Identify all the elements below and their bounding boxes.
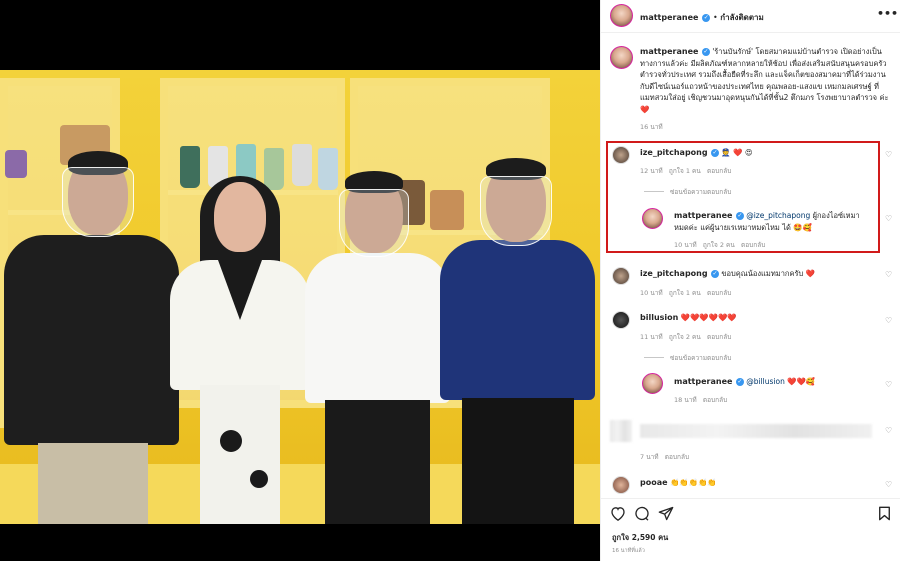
comment-3-meta: 11 นาที ถูกใจ 2 คน ตอบกลับ: [640, 332, 731, 342]
header-divider: [600, 32, 900, 33]
reply-button[interactable]: ตอบกลับ: [703, 396, 727, 404]
reply-avatar[interactable]: [642, 373, 663, 394]
reply-time: 10 นาที: [674, 241, 697, 249]
comment-icon[interactable]: [634, 506, 650, 525]
comment-username[interactable]: billusion: [640, 313, 678, 322]
author-avatar[interactable]: [610, 4, 633, 27]
commenter-avatar[interactable]: [612, 311, 630, 329]
reply-2: mattperanee ✓ @billusion ❤️❤️🥰: [674, 376, 815, 388]
blurred-comment: [640, 424, 872, 438]
person-center: [305, 171, 450, 524]
comment-2: ize_pitchapong ✓ ขอบคุณน้องแมทมากครับ ❤️: [640, 268, 815, 280]
comment-1-meta: 12 นาที ถูกใจ 1 คน ตอบกลับ: [640, 166, 731, 176]
post-photo[interactable]: [0, 0, 600, 561]
likes-count[interactable]: ถูกใจ 2,590 คน: [612, 532, 668, 544]
caption-avatar[interactable]: [610, 46, 633, 69]
photo-scene: [0, 70, 600, 524]
follow-status[interactable]: กำลังติดตาม: [720, 13, 764, 22]
reply-avatar[interactable]: [642, 208, 663, 229]
bookmark-icon[interactable]: [878, 506, 891, 525]
verified-badge-icon: ✓: [701, 48, 710, 56]
comment-text: ขอบคุณน้องแมทมากครับ ❤️: [721, 269, 815, 278]
verified-badge-icon: ✓: [711, 270, 719, 278]
reply-mention[interactable]: @billusion: [746, 377, 785, 386]
like-comment-heart-icon[interactable]: ♡: [885, 150, 892, 159]
comment-text: 👮 ❤️ 😍: [721, 148, 753, 157]
heart-icon[interactable]: [610, 506, 626, 525]
comment-username[interactable]: pooae: [640, 478, 668, 487]
more-options-icon[interactable]: •••: [877, 7, 898, 20]
reply-button[interactable]: ตอบกลับ: [707, 333, 731, 341]
comment-1: ize_pitchapong ✓ 👮 ❤️ 😍: [640, 147, 753, 159]
hide-replies-button[interactable]: ซ่อนข้อความตอบกลับ: [670, 187, 731, 197]
comment-time: 7 นาที: [640, 453, 659, 461]
comment-time: 10 นาที: [640, 289, 663, 297]
like-comment-heart-icon[interactable]: ♡: [885, 270, 892, 279]
person-left: [4, 151, 179, 524]
reply-username[interactable]: mattperanee: [674, 377, 732, 386]
comment-text: ❤️❤️❤️❤️❤️❤️: [680, 313, 737, 322]
verified-badge-icon: ✓: [711, 149, 719, 157]
comment-3: billusion ❤️❤️❤️❤️❤️❤️: [640, 312, 737, 324]
comment-5: pooae 👏👏👏👏👏: [640, 477, 717, 489]
reply-button[interactable]: ตอบกลับ: [707, 167, 731, 175]
reply-button[interactable]: ตอบกลับ: [665, 453, 689, 461]
reply-mention[interactable]: @ize_pitchapong: [746, 211, 810, 220]
author-username[interactable]: mattperanee ✓ • กำลังติดตาม: [640, 11, 764, 24]
reply-time: 18 นาที: [674, 396, 697, 404]
caption-emoji: ❤️: [640, 104, 650, 114]
author-name[interactable]: mattperanee: [640, 13, 698, 22]
comment-username[interactable]: ize_pitchapong: [640, 269, 708, 278]
reply-likes[interactable]: ถูกใจ 2 คน: [703, 241, 735, 249]
actions-divider: [600, 498, 900, 499]
caption-username[interactable]: mattperanee: [640, 47, 698, 56]
comment-text: 👏👏👏👏👏: [669, 478, 717, 487]
comment-likes[interactable]: ถูกใจ 1 คน: [669, 167, 701, 175]
hide-replies-button[interactable]: ซ่อนข้อความตอบกลับ: [670, 353, 731, 363]
verified-badge-icon: ✓: [735, 378, 744, 386]
comment-likes[interactable]: ถูกใจ 2 คน: [669, 333, 701, 341]
comment-time: 11 นาที: [640, 333, 663, 341]
verified-badge-icon: ✓: [702, 13, 711, 22]
reply-1-meta: 10 นาที ถูกใจ 2 คน ตอบกลับ: [674, 240, 765, 250]
caption-text: mattperanee ✓ 'ร้านบันรักษ์' โดยสมาคมแม่…: [640, 46, 890, 115]
like-comment-heart-icon[interactable]: ♡: [885, 316, 892, 325]
reply-button[interactable]: ตอบกลับ: [741, 241, 765, 249]
commenter-avatar[interactable]: [612, 146, 630, 164]
reply-line: [644, 357, 664, 358]
reply-2-meta: 18 นาที ตอบกลับ: [674, 395, 727, 405]
like-reply-heart-icon[interactable]: ♡: [885, 380, 892, 389]
comment-2-meta: 10 นาที ถูกใจ 1 คน ตอบกลับ: [640, 288, 731, 298]
commenter-avatar[interactable]: [612, 476, 630, 494]
like-comment-heart-icon[interactable]: ♡: [885, 426, 892, 435]
reply-username[interactable]: mattperanee: [674, 211, 732, 220]
like-reply-heart-icon[interactable]: ♡: [885, 214, 892, 223]
post-time-ago: 16 นาทีที่แล้ว: [612, 548, 645, 554]
person-woman: [170, 176, 310, 524]
like-comment-heart-icon[interactable]: ♡: [885, 480, 892, 489]
comment-likes[interactable]: ถูกใจ 1 คน: [669, 289, 701, 297]
caption-time: 16 นาที: [640, 123, 663, 131]
reply-button[interactable]: ตอบกลับ: [707, 289, 731, 297]
reply-text: ❤️❤️🥰: [787, 377, 816, 386]
person-right: [440, 158, 595, 524]
reply-1: mattperanee ✓ @ize_pitchapong ผู้กองไอซ์…: [674, 210, 874, 233]
instagram-post-view: mattperanee ✓ • กำลังติดตาม ••• mattpera…: [0, 0, 900, 561]
verified-badge-icon: ✓: [735, 212, 744, 220]
comment-username[interactable]: ize_pitchapong: [640, 148, 708, 157]
share-icon[interactable]: [658, 506, 674, 525]
comment-time: 12 นาที: [640, 167, 663, 175]
commenter-avatar[interactable]: [612, 267, 630, 285]
blurred-avatar: [610, 420, 632, 442]
comment-4-meta: 7 นาที ตอบกลับ: [640, 452, 689, 462]
reply-line: [644, 191, 664, 192]
